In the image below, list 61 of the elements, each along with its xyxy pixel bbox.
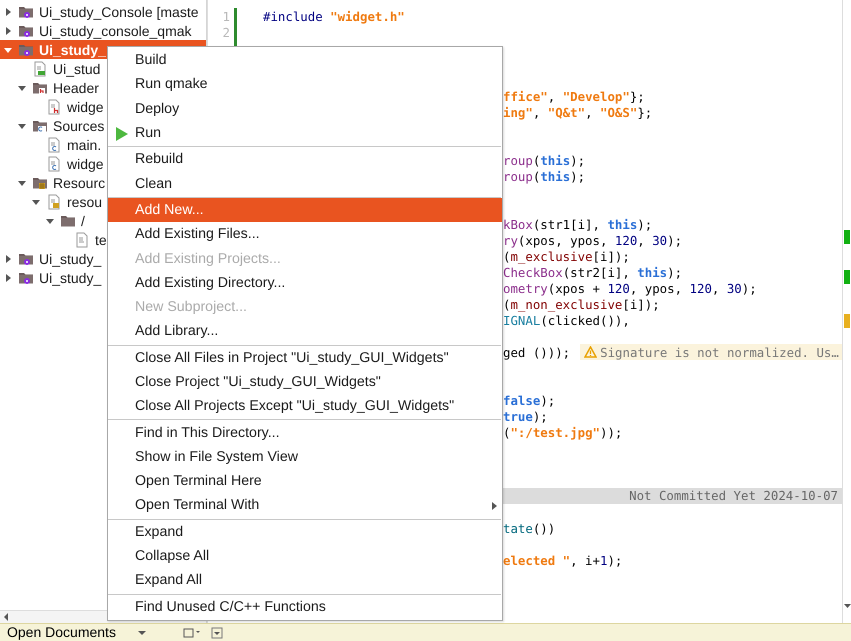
- change-marker: [844, 270, 850, 284]
- menu-item[interactable]: Add Existing Files...: [108, 222, 502, 246]
- code-line: ffice", "Develop"};: [503, 88, 645, 104]
- file-icon: [46, 194, 62, 210]
- menu-item[interactable]: Deploy: [108, 96, 502, 121]
- code-line: (m_non_exclusive[i]);: [503, 296, 660, 312]
- line-number: 2: [222, 24, 231, 40]
- scroll-left-icon[interactable]: [2, 612, 10, 622]
- collapsed-arrow-icon[interactable]: [3, 26, 13, 36]
- warning-message: Signature is not normalized. Us…: [600, 344, 839, 360]
- file-icon: [46, 156, 62, 172]
- play-icon: [116, 126, 128, 141]
- menu-item[interactable]: Add Existing Directory...: [108, 270, 502, 295]
- menu-item[interactable]: Add Library...: [108, 319, 502, 344]
- code-line: roup(this);: [503, 152, 586, 168]
- menu-item[interactable]: Show in File System View: [108, 444, 502, 470]
- line-number: 1: [222, 8, 231, 24]
- code-line: kBox(str1[i], this);: [503, 216, 652, 232]
- code-line: ry(xpos, ypos, 120, 30);: [503, 232, 682, 248]
- file-icon: [46, 98, 62, 114]
- menu-item[interactable]: Close Project "Ui_study_GUI_Widgets": [108, 370, 502, 394]
- code-line: CheckBox(str2[i], this);: [503, 264, 682, 280]
- code-line: ged ()));: [503, 344, 570, 360]
- menu-item[interactable]: Clean: [108, 171, 502, 196]
- code-line: IGNAL(clicked()),: [503, 312, 630, 328]
- code-line: #include "widget.h": [263, 8, 405, 24]
- tree-item[interactable]: Ui_study_Console [maste: [0, 2, 206, 21]
- scroll-down-icon[interactable]: [844, 603, 851, 609]
- menu-item[interactable]: Rebuild: [108, 147, 502, 172]
- file-icon: [46, 136, 62, 152]
- tree-item[interactable]: Ui_study_console_qmak: [0, 21, 206, 40]
- menu-item[interactable]: Expand: [108, 520, 502, 544]
- code-line: false);: [503, 392, 556, 408]
- change-marker: [844, 230, 850, 244]
- file-icon: [32, 60, 48, 76]
- code-line: tate()): [503, 520, 556, 536]
- menu-item[interactable]: Close All Files in Project "Ui_study_GUI_Widgets": [108, 346, 502, 370]
- code-line: ometry(xpos + 120, ypos, 120, 30);: [503, 280, 757, 296]
- split-icon[interactable]: [183, 626, 201, 638]
- menu-item[interactable]: Run qmake: [108, 72, 502, 97]
- caret-box-icon[interactable]: [211, 626, 223, 638]
- collapsed-arrow-icon[interactable]: [3, 254, 13, 264]
- caret-icon: [138, 630, 146, 636]
- code-line: ing", "Q&t", "O&S"};: [503, 104, 652, 120]
- file-icon: [74, 232, 90, 248]
- menu-item[interactable]: Find Unused C/C++ Functions: [108, 594, 502, 619]
- collapsed-arrow-icon[interactable]: [3, 6, 13, 16]
- collapsed-arrow-icon[interactable]: [3, 272, 13, 282]
- warning-marker: [844, 314, 850, 328]
- warning-icon: [584, 346, 598, 358]
- menu-item[interactable]: Expand All: [108, 568, 502, 593]
- menu-item[interactable]: Run: [108, 120, 502, 146]
- code-line: (":/test.jpg"));: [503, 424, 622, 440]
- menu-item[interactable]: Close All Projects Except "Ui_study_GUI_Widgets": [108, 394, 502, 418]
- code-line: roup(this);: [503, 168, 586, 184]
- code-line: true);: [503, 408, 548, 424]
- menu-item[interactable]: Find in This Directory...: [108, 420, 502, 445]
- code-line: elected ", i+1);: [503, 552, 622, 568]
- code-line: (m_exclusive[i]);: [503, 248, 630, 264]
- menu-item[interactable]: Add New...: [108, 198, 502, 222]
- menu-item[interactable]: Collapse All: [108, 544, 502, 568]
